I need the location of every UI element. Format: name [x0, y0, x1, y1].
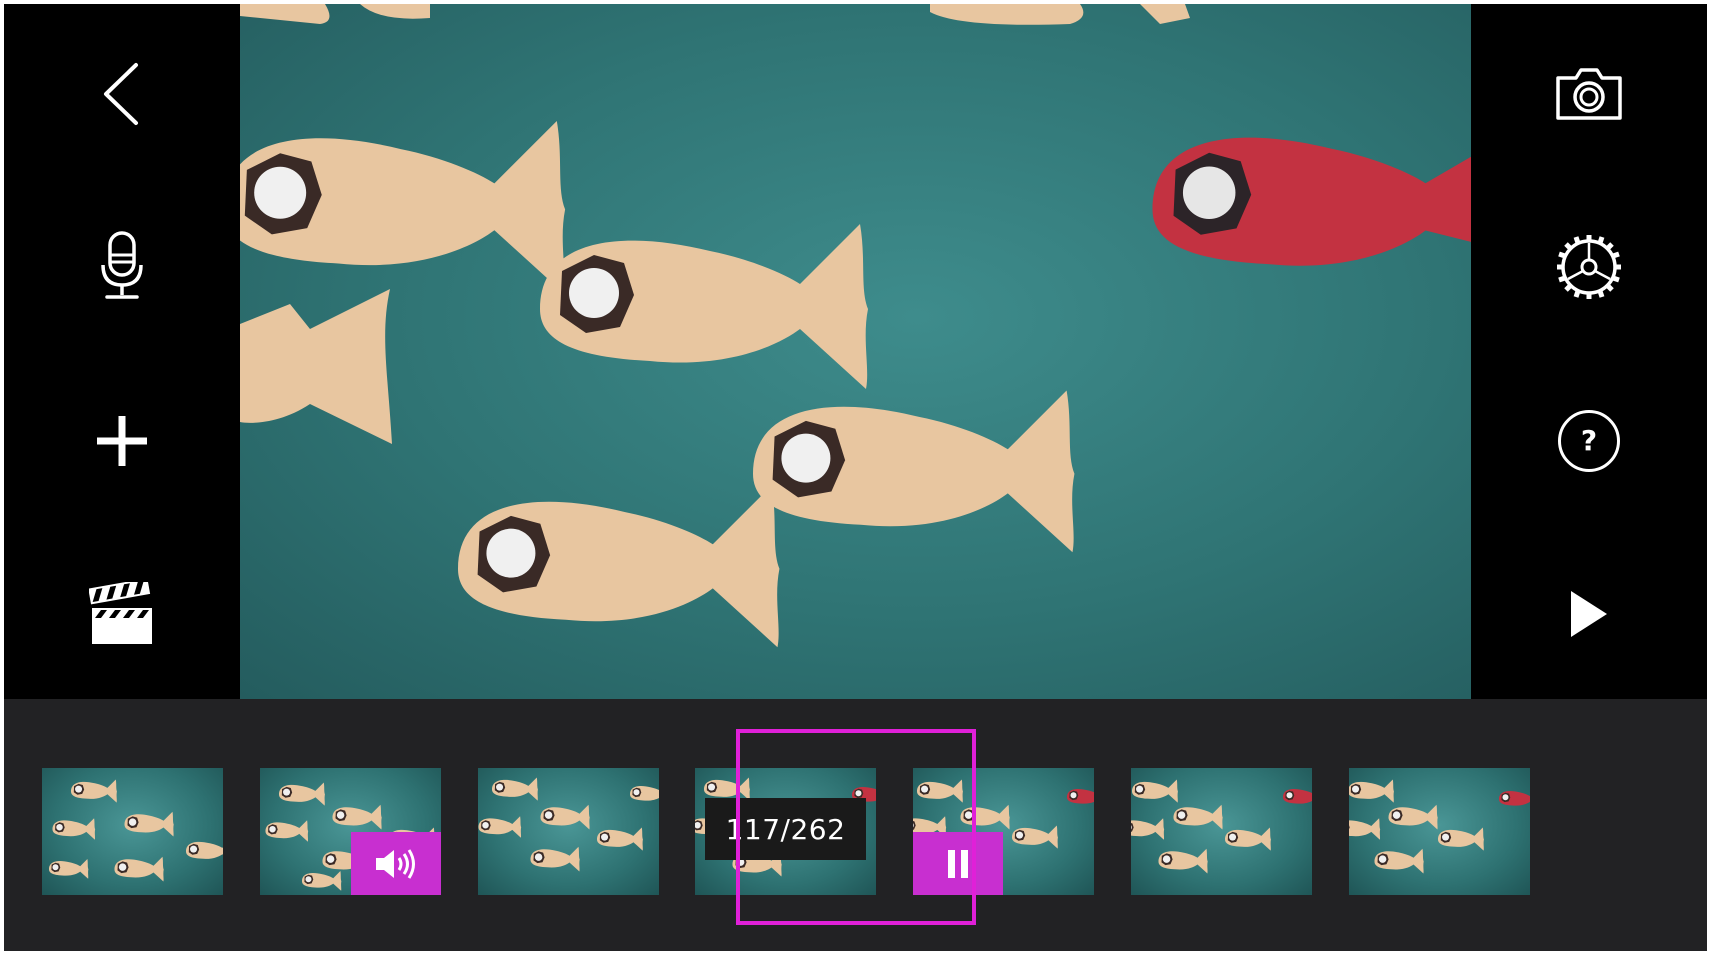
record-audio-button[interactable]	[62, 207, 182, 327]
audio-badge[interactable]	[351, 832, 441, 895]
clapperboard-icon	[89, 582, 152, 644]
frame-counter: 117/262	[705, 798, 866, 860]
camera-icon	[1556, 68, 1622, 120]
play-button[interactable]	[1529, 554, 1649, 674]
gear-icon	[1557, 235, 1621, 299]
frame-thumbnail[interactable]	[1349, 768, 1530, 895]
thumbnail-image	[1131, 779, 1312, 874]
frame-preview[interactable]	[240, 4, 1471, 699]
thumbnail-image	[1349, 779, 1530, 874]
frame-thumbnail[interactable]: 117/262	[695, 768, 876, 895]
microphone-icon	[101, 231, 143, 299]
play-icon	[1571, 591, 1607, 637]
pause-badge[interactable]	[913, 832, 1003, 895]
stop-motion-app: ? 117/262	[4, 4, 1707, 951]
help-icon: ?	[1558, 410, 1620, 472]
capture-button[interactable]	[1529, 34, 1649, 154]
back-button[interactable]	[62, 34, 182, 154]
preview-image	[240, 4, 1471, 648]
plus-icon	[97, 416, 147, 466]
pause-icon	[948, 849, 968, 878]
top-area: ?	[4, 4, 1707, 699]
frame-thumbnail[interactable]	[42, 768, 223, 895]
frame-timeline[interactable]: 117/262	[4, 699, 1707, 951]
frame-thumbnail[interactable]	[478, 768, 659, 895]
frame-thumbnail[interactable]	[260, 768, 441, 895]
frame-thumbnail[interactable]	[913, 768, 1094, 895]
left-toolbar	[4, 4, 240, 699]
help-icon-label: ?	[1580, 424, 1598, 457]
settings-button[interactable]	[1529, 207, 1649, 327]
projects-button[interactable]	[62, 554, 182, 674]
help-button[interactable]: ?	[1529, 381, 1649, 501]
frame-thumbnail[interactable]	[1131, 768, 1312, 895]
thumbnail-image	[49, 779, 223, 882]
chevron-left-icon	[104, 63, 138, 125]
audio-icon	[376, 848, 415, 879]
add-frame-button[interactable]	[62, 381, 182, 501]
right-toolbar: ?	[1471, 4, 1707, 699]
thumbnail-image	[478, 777, 659, 872]
